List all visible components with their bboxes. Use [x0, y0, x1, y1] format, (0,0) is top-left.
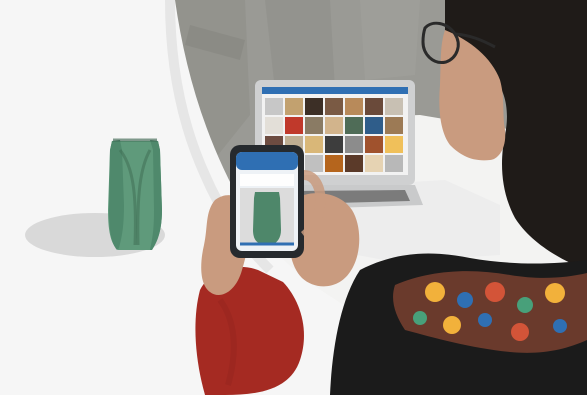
- gallery-thumbnail: [365, 117, 383, 134]
- vase-icon: [108, 138, 162, 250]
- gallery-thumbnail: [385, 136, 403, 153]
- gallery-thumbnail: [385, 155, 403, 172]
- gallery-thumbnail: [325, 98, 343, 115]
- gallery-thumbnail: [285, 117, 303, 134]
- gallery-thumbnail: [285, 98, 303, 115]
- gallery-thumbnail: [385, 98, 403, 115]
- gallery-thumbnail: [265, 98, 283, 115]
- phone-panel: [240, 174, 294, 186]
- gallery-thumbnail: [345, 98, 363, 115]
- gallery-thumbnail: [345, 155, 363, 172]
- gallery-thumbnail: [365, 98, 383, 115]
- gallery-thumbnail: [325, 117, 343, 134]
- gallery-thumbnail: [305, 136, 323, 153]
- phone-header: [236, 152, 298, 170]
- gallery-thumbnail: [305, 117, 323, 134]
- phone-vase-icon: [253, 192, 281, 243]
- gallery-thumbnail: [385, 117, 403, 134]
- gallery-thumbnail: [345, 117, 363, 134]
- gallery-thumbnail: [345, 136, 363, 153]
- gallery-thumbnail: [305, 155, 323, 172]
- gallery-thumbnail: [365, 136, 383, 153]
- laptop-topbar: [262, 87, 408, 94]
- gallery-thumbnail: [365, 155, 383, 172]
- gallery-thumbnail: [305, 98, 323, 115]
- gallery-thumbnail: [325, 136, 343, 153]
- gallery-thumbnail: [325, 155, 343, 172]
- photo-scene: [0, 0, 587, 395]
- gallery-thumbnail: [265, 117, 283, 134]
